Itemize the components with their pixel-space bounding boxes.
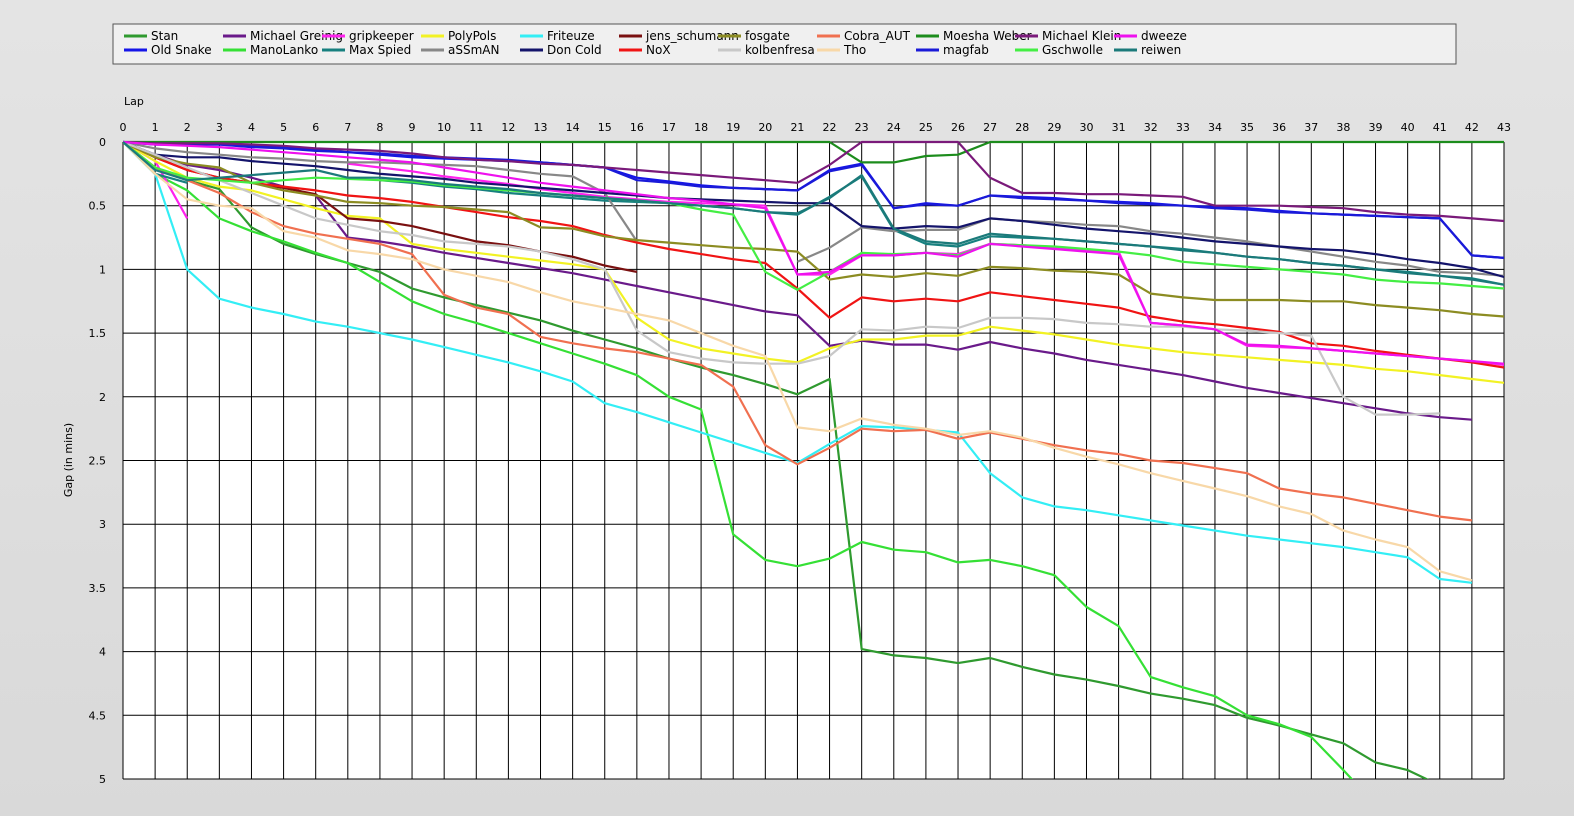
x-tick-label: 43 [1497,121,1511,134]
x-tick-label: 29 [1047,121,1061,134]
x-tick-label: 14 [566,121,580,134]
x-tick-label: 31 [1112,121,1126,134]
y-tick-label: 4 [99,646,106,659]
x-tick-label: 6 [312,121,319,134]
x-tick-label: 7 [344,121,351,134]
legend-label: Friteuze [547,29,595,43]
x-tick-label: 0 [120,121,127,134]
x-tick-label: 41 [1433,121,1447,134]
y-tick-label: 2 [99,391,106,404]
x-tick-label: 42 [1465,121,1479,134]
legend-label: Max Spied [349,43,411,57]
y-tick-label: 4.5 [89,709,107,722]
x-tick-label: 20 [758,121,772,134]
x-tick-label: 35 [1240,121,1254,134]
legend-label: Cobra_AUT [844,29,911,43]
legend-label: fosgate [745,29,790,43]
x-tick-label: 34 [1208,121,1222,134]
legend-label: Old Snake [151,43,212,57]
legend-label: Gschwolle [1042,43,1103,57]
y-tick-label: 5 [99,773,106,786]
y-tick-label: 0 [99,136,106,149]
x-tick-label: 10 [437,121,451,134]
x-tick-label: 23 [855,121,869,134]
x-tick-label: 16 [630,121,644,134]
x-tick-label: 33 [1176,121,1190,134]
x-tick-label: 36 [1272,121,1286,134]
legend-label: kolbenfresa [745,43,815,57]
legend-label: gripkeeper [349,29,414,43]
x-tick-label: 21 [790,121,804,134]
y-ticks: 0 0.5 1 1.5 2 2.5 3 3.5 4 4.5 5 [89,136,107,786]
x-tick-label: 15 [598,121,612,134]
x-tick-label: 3 [216,121,223,134]
x-tick-label: 13 [534,121,548,134]
x-tick-label: 37 [1304,121,1318,134]
y-tick-label: 2.5 [89,455,107,468]
x-tick-label: 26 [951,121,965,134]
x-tick-label: 32 [1144,121,1158,134]
y-tick-label: 3 [99,518,106,531]
x-tick-label: 28 [1015,121,1029,134]
x-tick-label: 25 [919,121,933,134]
x-tick-label: 39 [1369,121,1383,134]
x-tick-label: 11 [469,121,483,134]
x-tick-label: 17 [662,121,676,134]
x-tick-label: 4 [248,121,255,134]
legend-label: reiwen [1141,43,1181,57]
x-tick-label: 1 [152,121,159,134]
x-tick-label: 40 [1401,121,1415,134]
legend-label: Don Cold [547,43,602,57]
legend-label: NoX [646,43,671,57]
lap-gap-chart: StanOld SnakeMichael GreinigManoLankogri… [62,23,1512,786]
y-axis-title: Gap (in mins) [62,423,75,497]
x-tick-label: 38 [1336,121,1350,134]
y-tick-label: 0.5 [89,200,107,213]
x-ticks: 0 1 2 3 4 5 6 7 8 9 10 11 12 13 14 15 16 17 18 19 20 21 22 23 24… [120,121,1512,134]
legend-label: PolyPols [448,29,496,43]
legend-label: aSSmAN [448,43,499,57]
legend-label: Tho [843,43,866,57]
x-tick-label: 9 [409,121,416,134]
legend-label: magfab [943,43,989,57]
x-tick-label: 24 [887,121,901,134]
x-tick-label: 30 [1079,121,1093,134]
legend-label: ManoLanko [250,43,318,57]
x-tick-label: 2 [184,121,191,134]
y-tick-label: 1 [99,263,106,276]
y-tick-label: 1.5 [89,327,107,340]
x-tick-label: 8 [376,121,383,134]
legend-label: Stan [151,29,178,43]
legend-label: dweeze [1141,29,1187,43]
x-tick-label: 27 [983,121,997,134]
x-tick-label: 22 [823,121,837,134]
x-tick-label: 12 [501,121,515,134]
x-tick-label: 5 [280,121,287,134]
legend-label: Michael Klein [1042,29,1121,43]
x-tick-label: 18 [694,121,708,134]
y-tick-label: 3.5 [89,582,107,595]
x-axis-title: Lap [124,95,144,108]
x-tick-label: 19 [726,121,740,134]
